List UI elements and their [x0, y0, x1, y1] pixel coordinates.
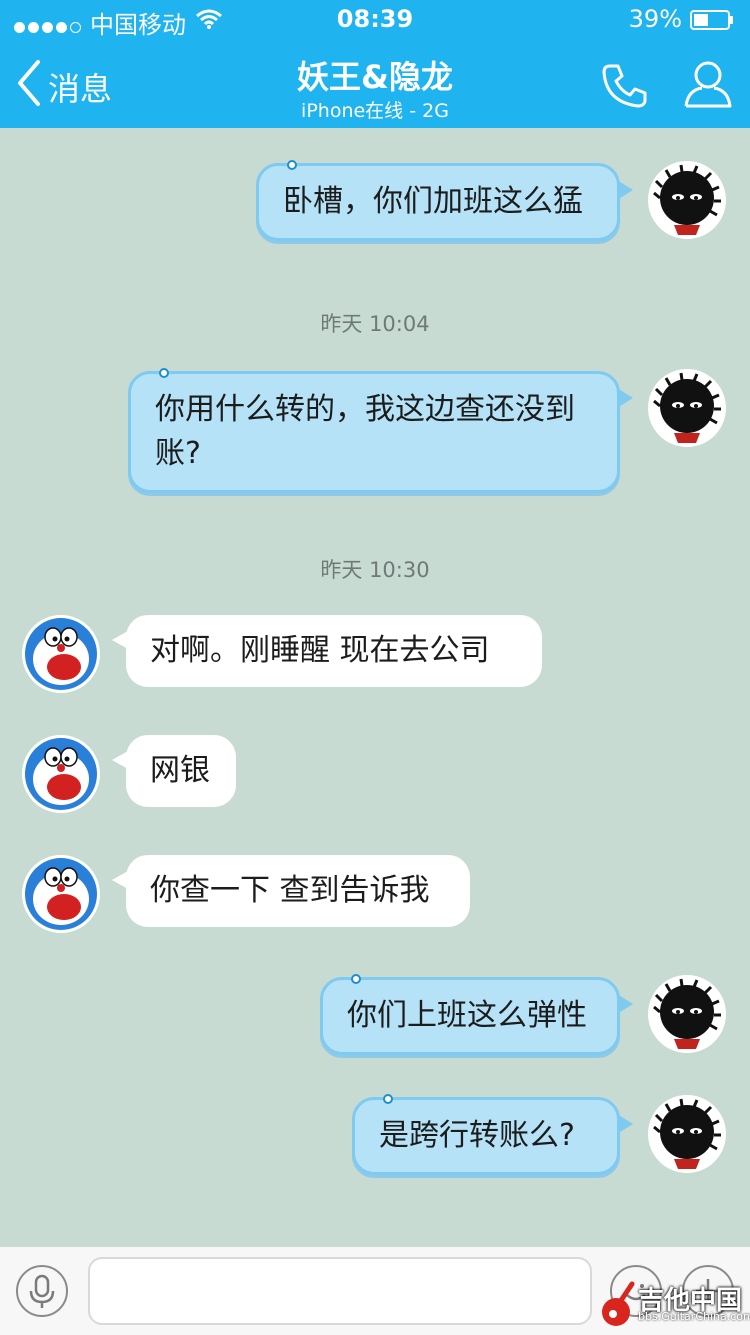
microphone-icon	[29, 1274, 55, 1308]
friend-message-bubble[interactable]: 对啊。刚睡醒 现在去公司	[112, 615, 542, 687]
watermark-url: bbs.GuitarChina.com	[638, 1310, 750, 1323]
my-message-bubble[interactable]: 卧槽，你们加班这么猛	[256, 160, 633, 241]
message-text: 你查一下 查到告诉我	[150, 873, 430, 908]
friend-avatar[interactable]	[22, 615, 100, 693]
message-timestamp: 昨天 10:04	[320, 312, 430, 336]
soot-sprite-avatar-icon	[653, 164, 721, 235]
friend-avatar[interactable]	[22, 735, 100, 813]
my-avatar[interactable]	[648, 1095, 726, 1173]
message-text: 对啊。刚睡醒 现在去公司	[150, 633, 490, 668]
watermark: 吉他中国 bbs.GuitarChina.com	[598, 1276, 750, 1332]
voice-button[interactable]	[16, 1265, 68, 1317]
message-text: 卧槽，你们加班这么猛	[283, 184, 583, 219]
message-text-line: 你用什么转的，我这边查还没到	[155, 392, 575, 427]
phone-icon[interactable]	[600, 60, 650, 110]
my-avatar[interactable]	[648, 161, 726, 239]
my-message-bubble[interactable]: 你们上班这么弹性	[320, 974, 633, 1055]
doraemon-avatar-icon	[25, 618, 97, 690]
soot-sprite-avatar-icon	[653, 978, 721, 1049]
message-timestamp: 昨天 10:30	[320, 558, 430, 582]
message-input[interactable]	[88, 1257, 592, 1325]
message-text: 网银	[150, 753, 210, 788]
status-bar: 中国移动 08:39 39%	[0, 0, 750, 40]
battery-icon	[690, 10, 733, 30]
my-message-bubble[interactable]: 你用什么转的，我这边查还没到 账?	[128, 368, 633, 493]
guitar-logo-icon	[602, 1281, 635, 1326]
friend-message-bubble[interactable]: 网银	[112, 735, 236, 807]
contact-icon[interactable]	[682, 58, 734, 110]
friend-avatar[interactable]	[22, 855, 100, 933]
soot-sprite-avatar-icon	[653, 372, 721, 443]
friend-message-bubble[interactable]: 你查一下 查到告诉我	[112, 855, 470, 927]
message-text: 是跨行转账么?	[379, 1118, 575, 1153]
navigation-header: 中国移动 08:39 39% 消息 妖王&隐龙 iPhone在线 - 2G	[0, 0, 750, 128]
message-text-line: 账?	[155, 436, 201, 471]
doraemon-avatar-icon	[25, 738, 97, 810]
soot-sprite-avatar-icon	[653, 1098, 721, 1169]
my-avatar[interactable]	[648, 975, 726, 1053]
my-avatar[interactable]	[648, 369, 726, 447]
message-text: 你们上班这么弹性	[347, 998, 587, 1033]
doraemon-avatar-icon	[25, 858, 97, 930]
battery-percent: 39%	[628, 5, 682, 33]
my-message-bubble[interactable]: 是跨行转账么?	[352, 1094, 633, 1175]
